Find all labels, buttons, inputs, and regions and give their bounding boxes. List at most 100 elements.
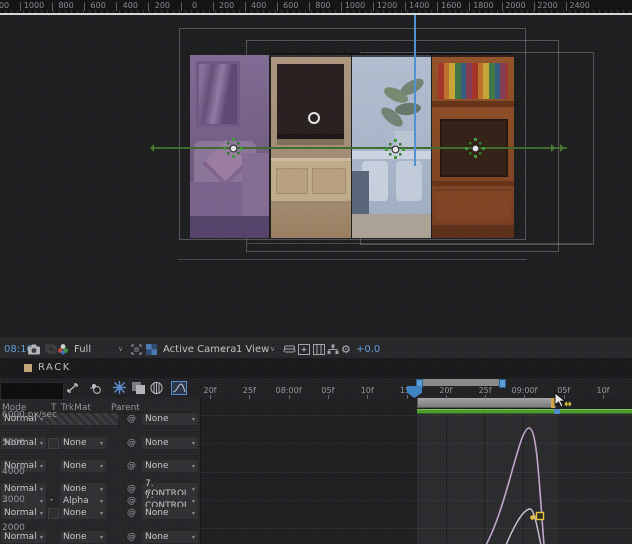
timeline-ruler-label: 25f — [243, 386, 256, 395]
chevron-down-icon: ▾ — [40, 510, 43, 517]
trkmat-dropdown[interactable]: None▾ — [60, 483, 106, 495]
t-value[interactable]: - — [50, 495, 53, 505]
parent-pick-whip-icon[interactable]: @ — [127, 532, 136, 542]
timeline-ruler-label: 09:00f — [511, 386, 537, 395]
parent-pick-whip-icon[interactable]: @ — [127, 484, 136, 494]
speed-graph-canvas — [200, 412, 632, 544]
trkmat-dropdown-value: Alpha — [63, 496, 89, 506]
view-layout-select[interactable]: 1 View — [236, 339, 269, 359]
layer-row-3[interactable]: Normal▾None▾@None▾ — [0, 460, 200, 472]
parent-pick-whip-icon[interactable]: @ — [127, 438, 136, 448]
trkmat-dropdown[interactable]: None▾ — [60, 507, 106, 519]
timeline-body: Mode T TrkMat Parent Normal▾@None▾Normal… — [0, 398, 632, 544]
flowchart-button-icon[interactable] — [313, 339, 325, 359]
layer-row-2[interactable]: Normal▾None▾@None▾ — [0, 437, 200, 449]
composition-viewer[interactable] — [0, 15, 632, 338]
h-ruler-label: 200 — [155, 1, 170, 10]
mode-dropdown[interactable]: Normal▾ — [1, 507, 46, 519]
guide-line — [0, 13, 632, 15]
region-of-interest-icon[interactable] — [131, 339, 142, 359]
selected-keyframe[interactable] — [537, 513, 544, 520]
trkmat-dropdown-value: None — [63, 461, 86, 471]
h-ruler-label: 2200 — [537, 1, 557, 10]
keyframe-handle-dot[interactable] — [530, 515, 535, 520]
chevron-down-icon[interactable]: ∨ — [118, 339, 123, 359]
parent-dropdown-value: None — [145, 438, 168, 448]
exposure-value[interactable]: +0.0 — [356, 339, 380, 359]
trkmat-dropdown[interactable]: None▾ — [60, 531, 106, 543]
h-ruler-label: 1200 — [377, 1, 397, 10]
timeline-ruler-tick — [289, 395, 290, 399]
effect-control-point-marker[interactable] — [384, 138, 406, 160]
h-ruler-label: 600 — [91, 1, 106, 10]
chevron-down-icon: ▾ — [192, 440, 195, 447]
chevron-down-icon: ▾ — [40, 486, 43, 493]
parent-pick-whip-icon[interactable]: @ — [127, 414, 136, 424]
show-snapshot-icon[interactable] — [45, 339, 57, 359]
t-checkbox[interactable] — [48, 508, 59, 519]
t-checkbox[interactable] — [48, 438, 59, 449]
snapshot-camera-icon[interactable] — [27, 339, 41, 359]
h-ruler-tick — [469, 2, 470, 11]
h-ruler-label: 1600 — [441, 1, 461, 10]
effect-control-point-marker[interactable] — [464, 137, 486, 159]
work-area-bar[interactable] — [417, 397, 556, 408]
trkmat-dropdown[interactable]: None▾ — [60, 437, 106, 449]
timeline-button-icon[interactable] — [298, 339, 310, 359]
mini-flowchart-icon[interactable] — [327, 339, 339, 359]
comp-color-swatch — [24, 364, 32, 372]
parent-pick-whip-icon[interactable]: @ — [127, 461, 136, 471]
h-ruler-label: 1000 — [345, 1, 365, 10]
parent-dropdown[interactable]: None▾ — [142, 413, 198, 425]
parent-dropdown[interactable]: None▾ — [142, 507, 198, 519]
parent-dropdown[interactable]: 7. CONTROL▾ — [142, 495, 198, 507]
mode-dropdown[interactable]: Normal▾ — [1, 483, 46, 495]
timeline-ruler-label: 20f — [439, 386, 452, 395]
chevron-down-icon[interactable]: ∨ — [221, 339, 226, 359]
chevron-down-icon: ▾ — [100, 498, 103, 505]
h-ruler-label: 1000 — [24, 1, 44, 10]
pixel-aspect-icon[interactable] — [283, 339, 296, 359]
parent-dropdown[interactable]: None▾ — [142, 460, 198, 472]
h-ruler-tick — [534, 2, 535, 11]
navigator-handle-right[interactable] — [499, 379, 506, 388]
parent-pick-whip-icon[interactable]: @ — [127, 496, 136, 506]
graph-value-label: 3000 — [2, 495, 25, 505]
horizontal-ruler[interactable]: 0010008006004002000200400600800100012001… — [0, 0, 632, 13]
timeline-ruler-label: 10f — [597, 386, 610, 395]
after-effects-window: 0010008006004002000200400600800100012001… — [0, 0, 632, 544]
anchor-point-marker[interactable] — [308, 112, 320, 124]
timeline-tab-bar: RACK — [0, 358, 632, 378]
layer-row-6[interactable]: Normal▾ None▾ @ None▾ — [0, 507, 200, 519]
timeline-ruler[interactable]: 20f25f08:00f05f10f15f20f25f09:00f05f10f — [0, 378, 632, 398]
h-ruler-label: 1800 — [473, 1, 493, 10]
timeline-ruler-tick — [249, 395, 250, 399]
parent-dropdown[interactable]: None ▾ — [142, 437, 198, 449]
time-navigator-bar[interactable] — [419, 379, 502, 386]
trkmat-dropdown[interactable]: Alpha ▾ — [60, 495, 106, 507]
layer-top-band — [271, 53, 514, 57]
tab-comp-rack[interactable]: RACK — [38, 362, 71, 373]
trkmat-dropdown[interactable]: None▾ — [60, 460, 106, 472]
trkmat-dropdown-value: None — [63, 484, 86, 494]
current-time-indicator-line[interactable] — [414, 15, 416, 166]
chevron-down-icon: ▾ — [192, 416, 195, 423]
chevron-down-icon: ▾ — [192, 510, 195, 517]
h-ruler-label: 1400 — [409, 1, 429, 10]
chevron-down-icon[interactable]: ∨ — [270, 339, 275, 359]
parent-dropdown[interactable]: None▾ — [142, 531, 198, 543]
timeline-ruler-label: 20f — [204, 386, 217, 395]
show-channel-rgb-icon[interactable] — [57, 339, 69, 359]
layer-row-5[interactable]: -▾-Alpha▾@7. CONTROL▾ — [0, 495, 200, 507]
effect-control-point-marker[interactable] — [222, 137, 244, 159]
trkmat-dropdown-value: None — [63, 532, 86, 542]
exposure-gear-icon[interactable]: ⚙ — [341, 339, 351, 359]
parent-pick-whip-icon[interactable]: @ — [127, 508, 136, 518]
h-ruler-label: 600 — [283, 1, 298, 10]
layer-row-7[interactable]: Normal▾None▾@None▾ — [0, 531, 200, 543]
h-ruler-tick — [405, 2, 406, 11]
transparency-grid-icon[interactable] — [146, 339, 157, 359]
resolution-select[interactable]: Full — [74, 339, 91, 359]
timeline-ruler-tick — [524, 395, 525, 399]
motion-path-arrow-right2 — [551, 144, 559, 152]
